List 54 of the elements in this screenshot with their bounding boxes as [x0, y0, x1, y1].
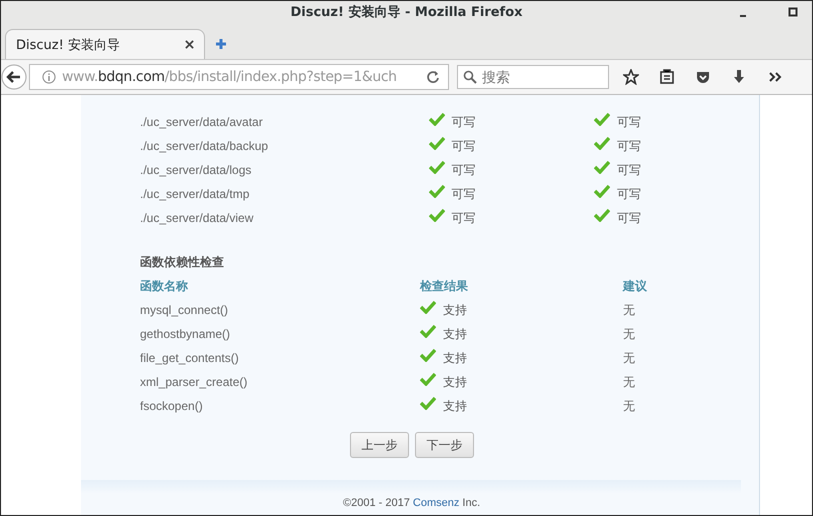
directory-path: ./uc_server/data/view	[140, 211, 254, 225]
directory-path: ./uc_server/data/tmp	[140, 187, 250, 201]
status-text: 支持	[443, 302, 467, 318]
directory-path: ./uc_server/data/avatar	[140, 115, 264, 129]
step-button[interactable]: 下一步	[415, 432, 474, 458]
status-text: 可写	[452, 138, 476, 154]
status-text: 支持	[443, 326, 467, 342]
column-header: 函数名称	[140, 278, 189, 294]
function-name: gethostbyname()	[140, 327, 232, 341]
advice-text: 无	[623, 302, 635, 318]
status-text: 可写	[616, 210, 641, 226]
address-bar[interactable]: www.bdqn.com/bbs/install/index.php?step=1&uch	[29, 64, 449, 90]
status-text: 可写	[452, 210, 476, 226]
status-text: 可写	[616, 186, 641, 202]
status-text: 支持	[443, 350, 467, 366]
status-text: 可写	[452, 186, 476, 202]
close-icon[interactable]	[185, 40, 194, 49]
search-icon	[463, 70, 477, 84]
pocket-icon[interactable]	[695, 69, 711, 85]
advice-text: 无	[623, 326, 635, 342]
plus-icon[interactable]	[215, 38, 227, 50]
status-text: 可写	[452, 162, 476, 178]
advice-text: 无	[623, 350, 635, 366]
tab-title: Discuz! 安装向导	[16, 36, 120, 54]
directory-path: ./uc_server/data/backup	[140, 139, 270, 153]
download-icon[interactable]	[731, 69, 747, 85]
function-name: mysql_connect()	[140, 303, 230, 317]
window-title: Discuz! 安装向导 - Mozilla Firefox	[290, 4, 523, 21]
star-icon[interactable]	[623, 69, 639, 85]
status-text: 可写	[616, 162, 641, 178]
reading-list-icon[interactable]	[659, 69, 675, 85]
step-button[interactable]: 上一步	[350, 432, 409, 458]
copyright-text: ©2001 - 2017 Comsenz Inc.	[343, 497, 482, 509]
comsenz-link[interactable]: Comsenz	[412, 497, 460, 509]
function-name: fsockopen()	[140, 399, 204, 413]
function-name: xml_parser_create()	[140, 375, 248, 389]
advice-text: 无	[623, 398, 635, 414]
url-text: www.bdqn.com/bbs/install/index.php?step=1&uch	[62, 69, 398, 85]
function-name: file_get_contents()	[140, 351, 240, 365]
directory-path: ./uc_server/data/logs	[140, 163, 252, 177]
status-text: 支持	[443, 398, 467, 414]
reload-icon[interactable]	[426, 70, 440, 84]
column-header: 检查结果	[420, 278, 469, 294]
search-field[interactable]: 搜索	[457, 65, 609, 89]
info-icon	[42, 70, 56, 84]
maximize-icon[interactable]	[788, 7, 798, 17]
browser-tab[interactable]: Discuz! 安装向导	[5, 29, 205, 59]
advice-text: 无	[623, 374, 635, 390]
status-text: 可写	[452, 114, 476, 130]
section-title: 函数依赖性检查	[140, 254, 225, 271]
status-text: 可写	[616, 138, 641, 154]
column-header: 建议	[623, 278, 647, 294]
status-text: 可写	[616, 114, 641, 130]
status-text: 支持	[443, 374, 467, 390]
